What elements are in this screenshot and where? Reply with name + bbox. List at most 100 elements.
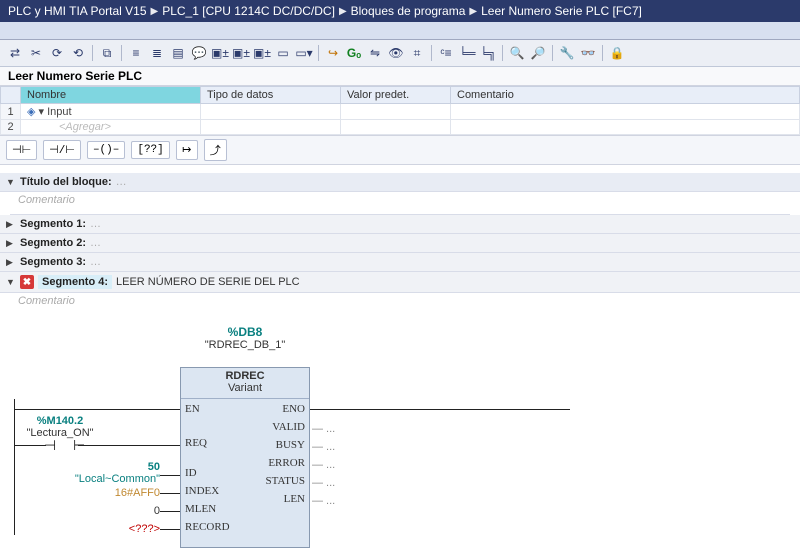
tool-link-icon[interactable]: ⇋ — [366, 44, 384, 62]
breadcrumb-bar: PLC y HMI TIA Portal V15 ▶ PLC_1 [CPU 12… — [0, 0, 800, 22]
collapse-icon[interactable]: ▼ — [6, 277, 16, 287]
tool-goto-icon[interactable]: ↪ — [324, 44, 342, 62]
input-req-label[interactable]: %M140.2 "Lectura_ON" — [20, 415, 100, 439]
editor-toolbar: ⇄ ✂ ⟳ ⟲ ⧉ ≡ ≣ ▤ 💬 ▣± ▣± ▣± ▭ ▭▾ ↪ Gₒ ⇋ 👁… — [0, 40, 800, 67]
output-stub-valid[interactable]: — ... — [312, 423, 335, 435]
header-default[interactable]: Valor predet. — [341, 87, 451, 104]
header-comment[interactable]: Comentario — [451, 87, 800, 104]
pin-id: ID — [185, 467, 197, 479]
tool-dropdown-icon[interactable]: ▭▾ — [295, 44, 313, 62]
segment-3-header[interactable]: ▶ Segmento 3: … — [0, 253, 800, 272]
chevron-right-icon: ▶ — [339, 6, 347, 17]
breadcrumb-project[interactable]: PLC y HMI TIA Portal V15 — [8, 4, 147, 18]
dots-icon: … — [116, 176, 127, 188]
input-record-label[interactable]: <???> — [110, 523, 160, 535]
tool-copy-icon[interactable]: ⧉ — [98, 44, 116, 62]
header-name[interactable]: Nombre — [21, 87, 201, 104]
wire — [14, 445, 46, 446]
fb-block[interactable]: RDREC Variant EN REQ ID INDEX MLEN RECOR… — [180, 367, 310, 548]
pin-error: ERROR — [268, 457, 305, 469]
table-row[interactable]: 1 ◈ ▾ Input — [1, 104, 800, 120]
breadcrumb-device[interactable]: PLC_1 [CPU 1214C DC/DC/DC] — [162, 4, 335, 18]
tab-strip — [0, 22, 800, 40]
fb-title: RDREC — [181, 368, 309, 382]
row-section[interactable]: ◈ ▾ Input — [21, 104, 201, 120]
block-title-header[interactable]: ▼ Título del bloque: … — [0, 173, 800, 192]
tool-wrench-icon[interactable]: 🔧 — [558, 44, 576, 62]
wire-eno — [310, 409, 570, 410]
tool-marker3-icon[interactable]: ▣± — [253, 44, 271, 62]
pin-mlen: MLEN — [185, 503, 216, 515]
instr-contact-no[interactable]: ⊣⊢ — [6, 140, 37, 160]
breadcrumb-block[interactable]: Leer Numero Serie PLC [FC7] — [481, 4, 642, 18]
tool-search-icon[interactable]: 🔍 — [508, 44, 526, 62]
instr-box[interactable]: [??] — [131, 141, 169, 159]
block-name-label: Leer Numero Serie PLC — [0, 67, 800, 86]
segment-comment[interactable]: Comentario — [0, 293, 800, 309]
tool-box-icon[interactable]: ▭ — [274, 44, 292, 62]
tool-net-icon[interactable]: ⌗ — [408, 44, 426, 62]
toolbar-separator — [502, 45, 503, 61]
fb-subtitle: Variant — [181, 382, 309, 399]
input-index-label[interactable]: 16#AFF0 — [90, 487, 160, 499]
tool-marker-icon[interactable]: ▣± — [211, 44, 229, 62]
tool-go-icon[interactable]: Gₒ — [345, 44, 363, 62]
breadcrumb-folder[interactable]: Bloques de programa — [351, 4, 466, 18]
pin-index: INDEX — [185, 485, 219, 497]
instr-contact-nc[interactable]: ⊣/⊢ — [43, 140, 81, 160]
segment-2-header[interactable]: ▶ Segmento 2: … — [0, 234, 800, 253]
toolbar-separator — [121, 45, 122, 61]
expand-icon[interactable]: ▶ — [6, 219, 16, 230]
input-mlen-label[interactable]: 0 — [120, 505, 160, 517]
wire-id — [160, 475, 180, 476]
pin-busy: BUSY — [276, 439, 305, 451]
expand-icon[interactable]: ▶ — [6, 257, 16, 268]
output-stub-status[interactable]: — ... — [312, 477, 335, 489]
tool-struct2-icon[interactable]: ╘╗ — [479, 44, 497, 62]
instr-return[interactable]: ⤴ — [204, 139, 227, 161]
pin-status: STATUS — [266, 475, 305, 487]
segment-4-header[interactable]: ▼ ✖ Segmento 4: LEER NÚMERO DE SERIE DEL… — [0, 272, 800, 293]
instruction-palette: ⊣⊢ ⊣/⊢ –()– [??] ↦ ⤴ — [0, 135, 800, 165]
segment-description[interactable]: LEER NÚMERO DE SERIE DEL PLC — [116, 276, 300, 288]
tool-list-icon[interactable]: ≡ — [127, 44, 145, 62]
row-number: 1 — [1, 104, 21, 120]
toolbar-separator — [602, 45, 603, 61]
tool-comment-icon[interactable]: 💬 — [190, 44, 208, 62]
tool-relation-icon[interactable]: ⇄ — [6, 44, 24, 62]
tool-call-icon[interactable]: ᶜ≡ — [437, 44, 455, 62]
pin-req: REQ — [185, 437, 207, 449]
tool-marker2-icon[interactable]: ▣± — [232, 44, 250, 62]
declaration-table[interactable]: Nombre Tipo de datos Valor predet. Comen… — [0, 86, 800, 135]
tool-list2-icon[interactable]: ≣ — [148, 44, 166, 62]
input-id-label[interactable]: 50 "Local~Common" — [60, 461, 160, 485]
output-stub-error[interactable]: — ... — [312, 459, 335, 471]
tool-grid-icon[interactable]: ▤ — [169, 44, 187, 62]
table-header-row: Nombre Tipo de datos Valor predet. Comen… — [1, 87, 800, 104]
collapse-icon[interactable]: ▼ — [6, 177, 16, 187]
wire-en — [14, 409, 180, 410]
expand-icon[interactable]: ▶ — [6, 238, 16, 249]
table-row[interactable]: 2 <Agregar> — [1, 120, 800, 135]
wire-mlen — [160, 511, 180, 512]
segment-1-header[interactable]: ▶ Segmento 1: … — [0, 215, 800, 234]
tool-glasses-icon[interactable]: 👓 — [579, 44, 597, 62]
tool-refresh-icon[interactable]: ⟳ — [48, 44, 66, 62]
instr-coil[interactable]: –()– — [87, 141, 125, 159]
instance-db-name: "RDREC_DB_1" — [180, 339, 310, 351]
block-comment[interactable]: Comentario — [0, 192, 800, 208]
tool-struct-icon[interactable]: ╘═ — [458, 44, 476, 62]
row-add-placeholder[interactable]: <Agregar> — [21, 120, 201, 135]
tool-refresh2-icon[interactable]: ⟲ — [69, 44, 87, 62]
contact-no-icon[interactable]: ⊣ ⊢ — [44, 438, 85, 455]
tool-cut-icon[interactable]: ✂ — [27, 44, 45, 62]
tool-lock-icon[interactable]: 🔒 — [608, 44, 626, 62]
tool-search2-icon[interactable]: 🔎 — [529, 44, 547, 62]
wire — [78, 445, 154, 446]
output-stub-len[interactable]: — ... — [312, 495, 335, 507]
header-type[interactable]: Tipo de datos — [201, 87, 341, 104]
instr-jump[interactable]: ↦ — [176, 140, 198, 160]
output-stub-busy[interactable]: — ... — [312, 441, 335, 453]
ladder-network[interactable]: %DB8 "RDREC_DB_1" RDREC Variant EN REQ I… — [0, 309, 800, 529]
tool-monitor-icon[interactable]: 👁 — [387, 44, 405, 62]
